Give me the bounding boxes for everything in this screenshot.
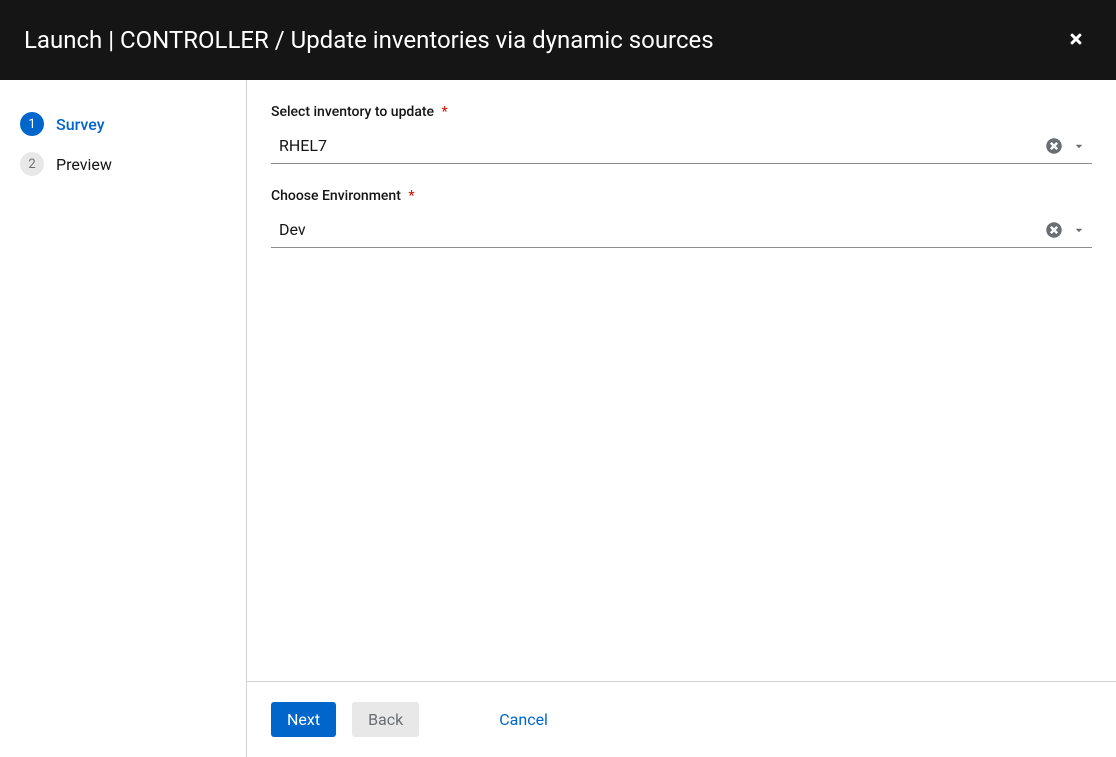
next-button[interactable]: Next <box>271 702 336 737</box>
wizard-sidebar: 1 Survey 2 Preview <box>0 80 247 757</box>
dialog-footer: Next Back Cancel <box>247 681 1116 757</box>
wizard-step-label: Preview <box>56 155 112 174</box>
select-icons <box>1046 138 1084 154</box>
select-icons <box>1046 222 1084 238</box>
close-icon <box>1068 27 1084 53</box>
required-indicator: * <box>442 104 448 120</box>
dialog-content: 1 Survey 2 Preview Select inventory to u… <box>0 80 1116 757</box>
form-group-environment: Choose Environment * Dev <box>271 188 1092 248</box>
label-text: Choose Environment <box>271 188 401 204</box>
caret-down-icon[interactable] <box>1074 225 1084 235</box>
wizard-step-survey[interactable]: 1 Survey <box>20 104 226 144</box>
wizard-step-preview[interactable]: 2 Preview <box>20 144 226 184</box>
select-value-inventory: RHEL7 <box>279 136 1046 155</box>
clear-icon[interactable] <box>1046 222 1062 238</box>
select-value-environment: Dev <box>279 220 1046 239</box>
required-indicator: * <box>408 188 414 204</box>
label-text: Select inventory to update <box>271 104 434 120</box>
select-environment[interactable]: Dev <box>271 212 1092 248</box>
clear-icon[interactable] <box>1046 138 1062 154</box>
form-area: Select inventory to update * RHEL7 <box>247 80 1116 681</box>
field-label-environment: Choose Environment * <box>271 188 1092 204</box>
main-panel: Select inventory to update * RHEL7 <box>247 80 1116 757</box>
back-button[interactable]: Back <box>352 702 419 737</box>
wizard-step-label: Survey <box>56 115 105 134</box>
form-group-inventory: Select inventory to update * RHEL7 <box>271 104 1092 164</box>
wizard-step-number: 1 <box>20 112 44 136</box>
caret-down-icon[interactable] <box>1074 141 1084 151</box>
close-button[interactable] <box>1060 24 1092 56</box>
field-label-inventory: Select inventory to update * <box>271 104 1092 120</box>
dialog-title: Launch | CONTROLLER / Update inventories… <box>24 26 714 54</box>
dialog-header: Launch | CONTROLLER / Update inventories… <box>0 0 1116 80</box>
select-inventory[interactable]: RHEL7 <box>271 128 1092 164</box>
wizard-step-number: 2 <box>20 152 44 176</box>
cancel-button[interactable]: Cancel <box>483 702 564 737</box>
